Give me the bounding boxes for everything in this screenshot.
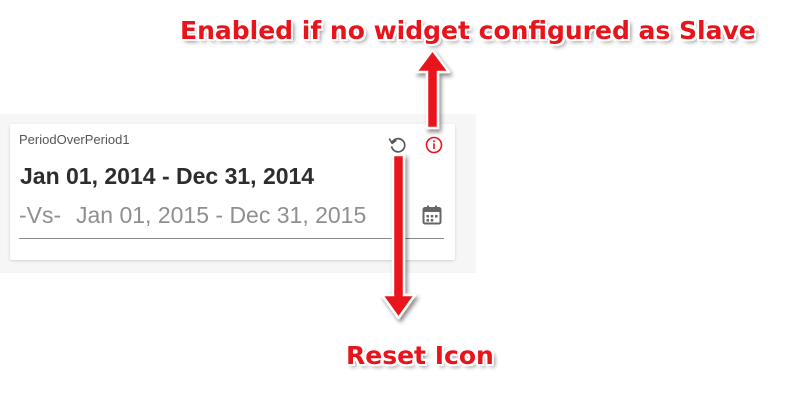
comparison-prefix: -Vs-: [19, 202, 62, 228]
primary-date-range: Jan 01, 2014 - Dec 31, 2014: [20, 163, 315, 189]
annotation-reset-icon-label: Reset Icon: [346, 341, 494, 370]
info-icon[interactable]: [424, 135, 444, 155]
widget-title: PeriodOverPeriod1: [19, 132, 130, 147]
period-over-period-widget: PeriodOverPeriod1 Jan 01, 2014 - Dec 31,…: [10, 124, 455, 260]
comparison-date-range-field[interactable]: -Vs- Jan 01, 2015 - Dec 31, 2015: [19, 200, 444, 239]
reset-icon[interactable]: [387, 134, 409, 156]
calendar-icon[interactable]: [420, 203, 444, 227]
annotation-slave-note: Enabled if no widget configured as Slave: [180, 16, 756, 45]
screenshot-stage: PeriodOverPeriod1 Jan 01, 2014 - Dec 31,…: [0, 0, 794, 408]
comparison-date-range: Jan 01, 2015 - Dec 31, 2015: [76, 202, 367, 228]
